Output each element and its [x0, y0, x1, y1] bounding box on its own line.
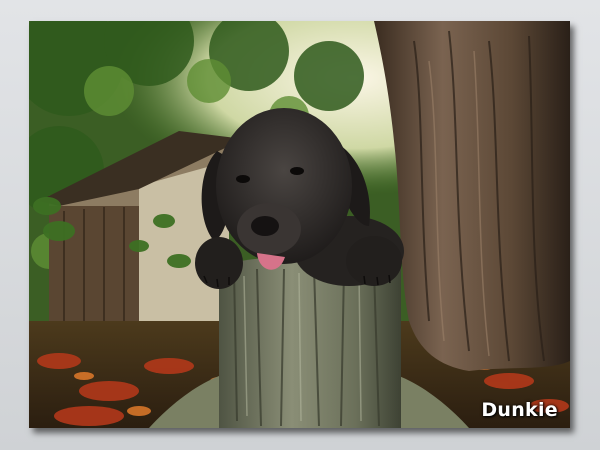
- puppy-photo: [29, 21, 570, 428]
- photo-container: Dunkie: [29, 21, 570, 428]
- photo-frame: Dunkie: [0, 0, 600, 450]
- photo-caption: Dunkie: [481, 399, 558, 421]
